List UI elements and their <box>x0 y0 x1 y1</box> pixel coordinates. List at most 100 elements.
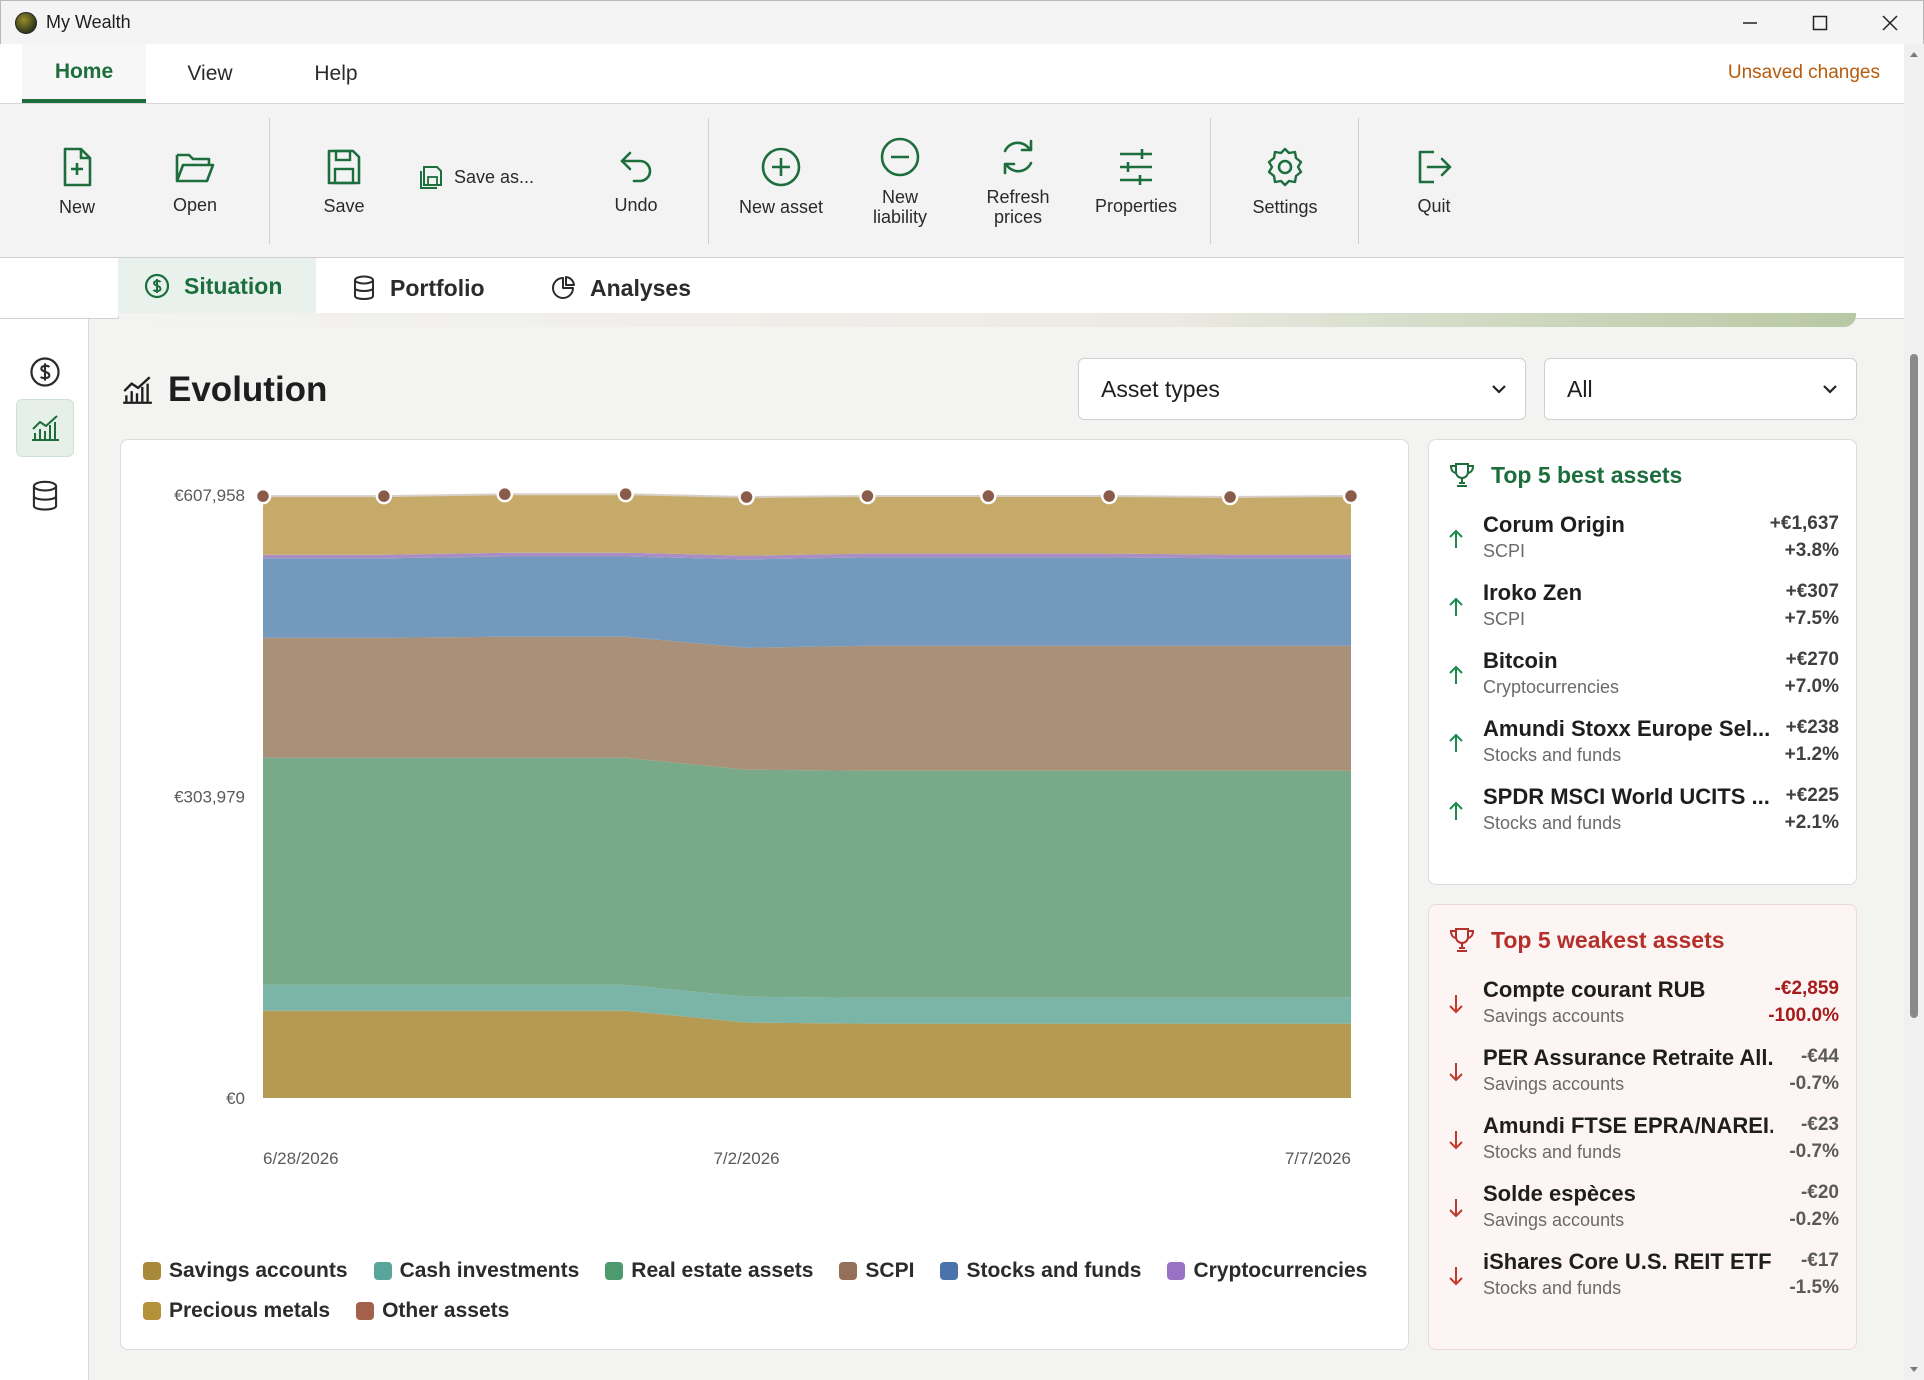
weakest-assets-title: Top 5 weakest assets <box>1491 926 1725 953</box>
properties-button[interactable]: Properties <box>1086 104 1186 258</box>
ribbon-tab-home[interactable]: Home <box>22 44 146 103</box>
asset-name: iShares Core U.S. REIT ETF <box>1483 1249 1772 1274</box>
legend-swatch <box>143 1262 161 1280</box>
weakest-assets-heading: Top 5 weakest assets <box>1447 925 1725 955</box>
best-asset-row[interactable]: Amundi Stoxx Europe Sel... Stocks and fun… <box>1447 716 1839 776</box>
legend-label: Savings accounts <box>169 1259 348 1282</box>
data-point-marker[interactable] <box>254 487 272 505</box>
data-point-marker[interactable] <box>1100 487 1118 505</box>
asset-percent: +3.8% <box>1784 540 1839 561</box>
best-asset-row[interactable]: Bitcoin Cryptocurrencies +€270 +7.0% <box>1447 648 1839 708</box>
legend-item[interactable]: Real estate assets <box>605 1258 813 1284</box>
legend-label: Precious metals <box>169 1299 331 1322</box>
weak-asset-row[interactable]: Compte courant RUB Savings accounts -€2,85… <box>1447 977 1839 1037</box>
window-title: My Wealth <box>46 12 131 32</box>
asset-amount: -€17 <box>1800 1250 1839 1271</box>
minus-circle-icon <box>880 137 920 177</box>
rail-portfolio-button[interactable] <box>16 467 74 525</box>
maximize-button[interactable] <box>1785 1 1855 45</box>
save-button[interactable]: Save <box>304 104 384 258</box>
area-series-scpi[interactable] <box>263 636 1351 771</box>
legend-item[interactable]: Cryptocurrencies <box>1167 1258 1367 1284</box>
asset-name: Iroko Zen <box>1483 580 1583 605</box>
area-series-stocks-and-funds[interactable] <box>263 556 1351 648</box>
vertical-scrollbar[interactable] <box>1904 44 1924 1380</box>
data-point-marker[interactable] <box>980 487 997 505</box>
tab-portfolio[interactable]: Portfolio <box>326 258 511 318</box>
open-button[interactable]: Open <box>152 104 238 258</box>
database-icon <box>32 480 58 511</box>
legend-swatch <box>605 1262 624 1280</box>
refresh-icon <box>1003 139 1033 175</box>
legend-item[interactable]: Cash investments <box>373 1258 579 1284</box>
weak-asset-row[interactable]: iShares Core U.S. REIT ETF Stocks and fun… <box>1447 1249 1839 1309</box>
data-point-marker[interactable] <box>617 485 634 503</box>
refresh-prices-button[interactable]: Refresh prices <box>974 104 1062 258</box>
legend-item[interactable]: Precious metals <box>143 1298 330 1324</box>
asset-category: Stocks and funds <box>1483 745 1622 765</box>
rail-situation-button[interactable] <box>16 343 74 401</box>
asset-amount: -€20 <box>1800 1182 1839 1203</box>
legend-item[interactable]: SCPI <box>839 1258 914 1284</box>
data-point-marker[interactable] <box>1342 487 1360 505</box>
legend-item[interactable]: Savings accounts <box>143 1258 348 1284</box>
settings-button[interactable]: Settings <box>1240 104 1330 258</box>
weak-asset-row[interactable]: Amundi FTSE EPRA/NAREI... Stocks and fund… <box>1447 1113 1839 1173</box>
x-tick-label: 7/7/2026 <box>1285 1149 1351 1168</box>
legend-item[interactable]: Stocks and funds <box>940 1258 1141 1284</box>
toolbar-separator <box>1210 118 1211 244</box>
asset-amount: +€1,637 <box>1769 513 1839 534</box>
asset-percent: +7.0% <box>1784 676 1839 697</box>
ribbon-tab-help[interactable]: Help <box>286 44 386 103</box>
save-as-button[interactable]: Save as... <box>418 164 534 190</box>
quit-button[interactable]: Quit <box>1394 104 1474 258</box>
data-point-marker[interactable] <box>738 488 755 506</box>
best-asset-row[interactable]: Corum Origin SCPI +€1,637 +3.8% <box>1447 512 1839 572</box>
close-icon <box>1882 15 1898 31</box>
line-chart-icon <box>123 376 152 404</box>
minimize-button[interactable] <box>1715 1 1785 45</box>
scope-select[interactable]: All <box>1544 358 1857 420</box>
asset-amount: +€225 <box>1785 785 1839 806</box>
undo-button[interactable]: Undo <box>596 104 676 258</box>
best-asset-row[interactable]: SPDR MSCI World UCITS ... Stocks and fund… <box>1447 784 1839 844</box>
arrow-up-icon <box>1449 665 1463 684</box>
area-series-precious-metals[interactable] <box>263 494 1351 556</box>
tab-analyses-label: Analyses <box>590 274 692 301</box>
scrollbar-thumb[interactable] <box>1910 354 1918 1018</box>
legend-swatch <box>143 1302 161 1320</box>
line-chart-icon <box>32 415 59 441</box>
asset-percent: +1.2% <box>1784 744 1839 765</box>
close-button[interactable] <box>1855 1 1924 45</box>
rail-evolution-button[interactable] <box>16 399 74 457</box>
legend-item[interactable]: Other assets <box>356 1298 509 1324</box>
asset-name: SPDR MSCI World UCITS ... <box>1483 784 1770 809</box>
ribbon-tab-view[interactable]: View <box>160 44 260 103</box>
area-series-real-estate-assets[interactable] <box>263 757 1351 998</box>
asset-category: Stocks and funds <box>1483 1142 1622 1162</box>
legend-swatch <box>1167 1262 1186 1280</box>
weak-asset-row[interactable]: Solde espèces Savings accounts -€20 -0.2% <box>1447 1181 1839 1241</box>
data-point-marker[interactable] <box>496 485 514 503</box>
tab-analyses[interactable]: Analyses <box>524 258 717 318</box>
undo-label: Undo <box>614 195 658 215</box>
data-point-marker[interactable] <box>859 487 876 505</box>
asset-type-select[interactable]: Asset types <box>1078 358 1526 420</box>
save-as-label: Save as... <box>454 166 535 187</box>
quit-label: Quit <box>1417 196 1451 216</box>
area-series-savings-accounts[interactable] <box>263 1010 1351 1098</box>
new-asset-button[interactable]: New asset <box>732 104 830 258</box>
toolbar-separator <box>708 118 709 244</box>
data-point-marker[interactable] <box>375 487 393 505</box>
new-liability-button[interactable]: New liability <box>858 104 942 258</box>
data-point-marker[interactable] <box>1221 488 1239 506</box>
tab-situation[interactable]: Situation <box>118 258 316 318</box>
chevron-down-icon <box>1823 385 1837 394</box>
arrow-down-icon <box>1449 1063 1463 1082</box>
weak-asset-row[interactable]: PER Assurance Retraite All... Savings acc… <box>1447 1045 1839 1105</box>
legend-label: Stocks and funds <box>966 1259 1142 1282</box>
new-button[interactable]: New <box>36 104 118 258</box>
best-asset-row[interactable]: Iroko Zen SCPI +€307 +7.5% <box>1447 580 1839 640</box>
legend-swatch <box>356 1302 375 1320</box>
evolution-heading: Evolution <box>120 370 327 410</box>
